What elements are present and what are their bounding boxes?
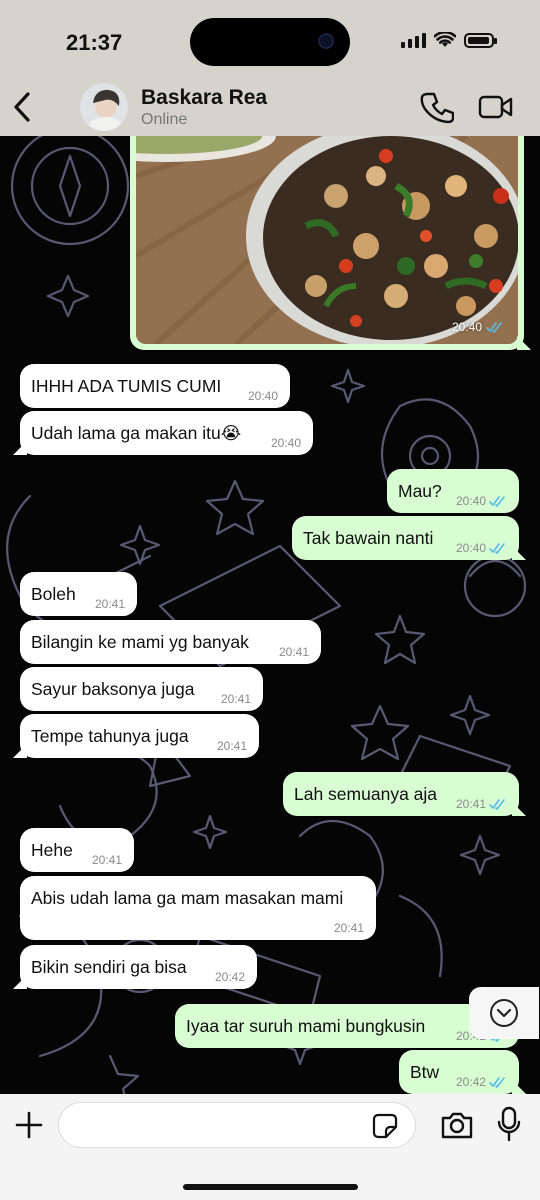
battery-icon — [464, 32, 497, 48]
read-receipt-icon — [489, 1076, 505, 1088]
composer-bar — [0, 1094, 540, 1200]
plus-icon[interactable] — [14, 1110, 44, 1140]
phone-icon[interactable] — [420, 90, 454, 124]
message-time: 20:42 — [455, 1075, 486, 1089]
message-meta: 20:40 — [456, 494, 507, 508]
message-time: 20:42 — [214, 970, 245, 984]
home-indicator — [183, 1184, 358, 1190]
avatar[interactable] — [80, 83, 128, 131]
message-text: IHHH ADA TUMIS CUMI — [31, 376, 222, 396]
incoming-message[interactable]: Abis udah lama ga mam masakan mami 20:41 — [20, 876, 376, 940]
message-text: Mau? — [398, 481, 442, 501]
message-text: Bilangin ke mami yg banyak — [31, 632, 249, 652]
image-message[interactable]: 20:40 — [130, 136, 524, 350]
message-meta: 20:41 — [221, 692, 251, 706]
message-time: 20:41 — [94, 597, 125, 611]
incoming-message[interactable]: Bikin sendiri ga bisa 20:42 — [20, 945, 257, 989]
outgoing-message[interactable]: Tak bawain nanti 20:40 — [292, 516, 519, 560]
message-text: Tak bawain nanti — [303, 528, 434, 548]
message-meta: 20:41 — [95, 597, 125, 611]
message-meta: 20:40 — [271, 436, 301, 450]
chat-header: 21:37 Baskara Rea Online — [0, 0, 540, 136]
message-time: 20:41 — [455, 797, 486, 811]
outgoing-message[interactable]: Lah semuanya aja 20:41 — [283, 772, 519, 816]
message-input[interactable] — [58, 1102, 416, 1148]
outgoing-message[interactable]: Mau? 20:40 — [387, 469, 519, 513]
read-receipt-icon — [489, 798, 505, 810]
chevron-down-icon — [490, 999, 518, 1027]
incoming-message[interactable]: Sayur baksonya juga 20:41 — [20, 667, 263, 711]
message-time: 20:41 — [220, 692, 251, 706]
incoming-message[interactable]: Bilangin ke mami yg banyak 20:41 — [20, 620, 321, 664]
scroll-to-bottom-button[interactable] — [469, 987, 539, 1039]
message-meta: 20:40 — [248, 389, 278, 403]
image-timestamp: 20:40 — [452, 320, 504, 334]
message-time: 20:41 — [278, 645, 309, 659]
message-time: 20:40 — [247, 389, 278, 403]
read-receipt-icon — [486, 321, 502, 333]
message-text: Sayur baksonya juga — [31, 679, 195, 699]
message-meta: 20:41 — [334, 921, 364, 935]
message-text: Udah lama ga makan itu😭 — [31, 423, 242, 443]
contact-status: Online — [141, 111, 188, 128]
message-text: Iyaa tar suruh mami bungkusin — [186, 1016, 426, 1036]
incoming-message[interactable]: Boleh 20:41 — [20, 572, 137, 616]
camera-icon[interactable] — [440, 1110, 474, 1140]
message-text: Hehe — [31, 840, 73, 860]
front-camera — [318, 33, 334, 49]
message-text: Boleh — [31, 584, 76, 604]
message-text: Abis udah lama ga mam masakan mami — [31, 888, 344, 908]
message-time: 20:40 — [270, 436, 301, 450]
message-meta: 20:42 — [456, 1075, 507, 1089]
message-meta: 20:41 — [279, 645, 309, 659]
back-icon[interactable] — [8, 90, 38, 124]
read-receipt-icon — [489, 495, 505, 507]
incoming-message[interactable]: Udah lama ga makan itu😭 20:40 — [20, 411, 313, 455]
message-time: 20:41 — [216, 739, 247, 753]
food-photo[interactable]: 20:40 — [136, 136, 518, 344]
signal-icon — [401, 32, 426, 48]
outgoing-message[interactable]: Btw 20:42 — [399, 1050, 519, 1094]
wifi-icon — [434, 32, 456, 47]
outgoing-message[interactable]: Iyaa tar suruh mami bungkusin 20:42 — [175, 1004, 519, 1048]
sticker-icon[interactable] — [372, 1113, 398, 1139]
message-text: Lah semuanya aja — [294, 784, 438, 804]
incoming-message[interactable]: Hehe 20:41 — [20, 828, 134, 872]
message-time: 20:40 — [455, 541, 486, 555]
status-icons — [401, 32, 497, 48]
message-time: 20:41 — [91, 853, 122, 867]
message-meta: 20:41 — [217, 739, 247, 753]
message-time: 20:41 — [333, 921, 364, 935]
microphone-icon[interactable] — [497, 1106, 521, 1142]
contact-name[interactable]: Baskara Rea — [141, 86, 267, 110]
message-meta: 20:41 — [92, 853, 122, 867]
message-text: Bikin sendiri ga bisa — [31, 957, 187, 977]
message-time: 20:40 — [455, 494, 486, 508]
message-meta: 20:42 — [215, 970, 245, 984]
status-time: 21:37 — [66, 30, 123, 55]
incoming-message[interactable]: IHHH ADA TUMIS CUMI 20:40 — [20, 364, 290, 408]
message-text: Tempe tahunya juga — [31, 726, 189, 746]
read-receipt-icon — [489, 542, 505, 554]
message-meta: 20:41 — [456, 797, 507, 811]
message-meta: 20:40 — [456, 541, 507, 555]
video-icon[interactable] — [478, 94, 514, 120]
incoming-message[interactable]: Tempe tahunya juga 20:41 — [20, 714, 259, 758]
message-text: Btw — [410, 1062, 440, 1082]
